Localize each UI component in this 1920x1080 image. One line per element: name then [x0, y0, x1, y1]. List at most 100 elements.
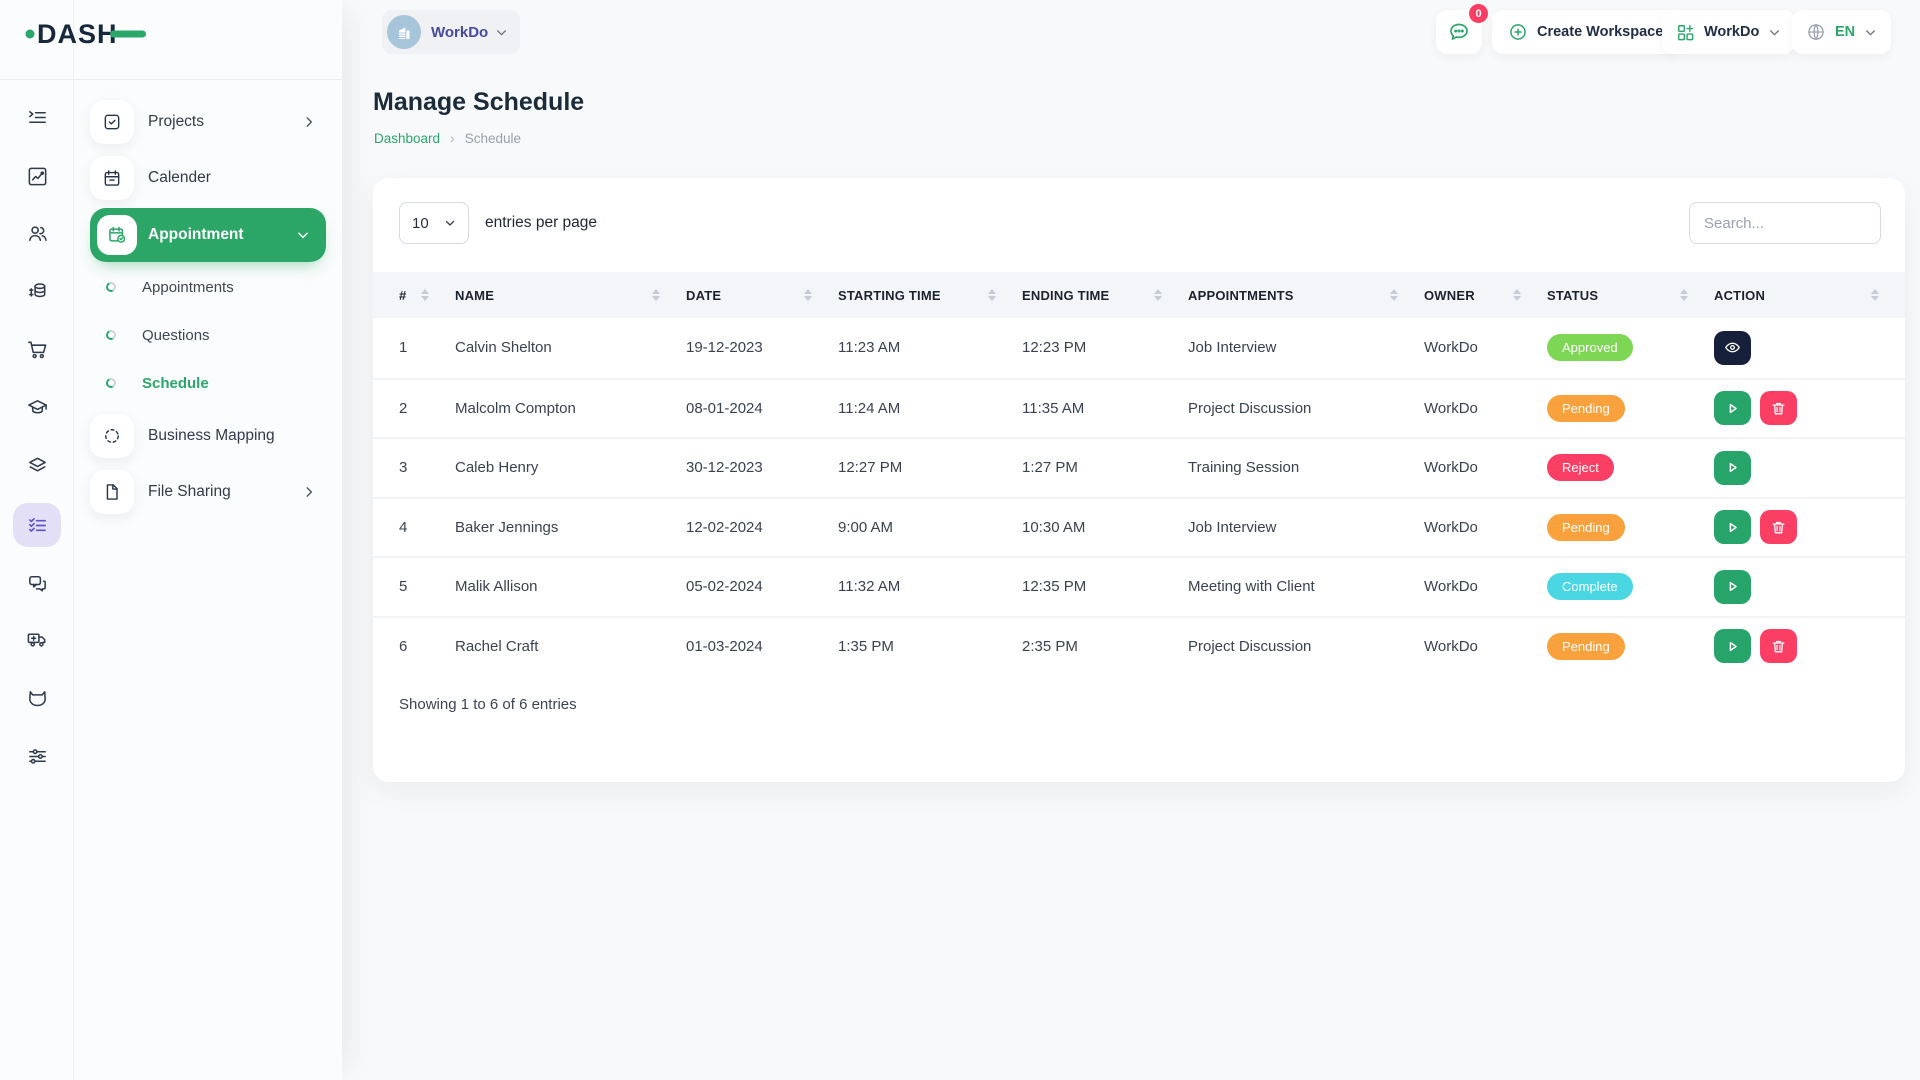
status-badge: Pending	[1547, 633, 1625, 660]
app-logo[interactable]: DASH	[24, 15, 148, 56]
cell-name: Malcolm Compton	[455, 400, 686, 417]
breadcrumb-current: Schedule	[465, 131, 521, 146]
chat-bubble-icon	[1447, 20, 1471, 44]
language-selector[interactable]: EN	[1792, 10, 1891, 54]
cell-action	[1714, 570, 1905, 604]
search-input[interactable]	[1689, 202, 1881, 244]
dashed-circle-icon	[90, 414, 134, 458]
bullet-icon	[105, 377, 118, 390]
column-header-hash[interactable]: #	[399, 288, 455, 303]
sidebar-subitem-schedule[interactable]: Schedule	[74, 363, 342, 403]
table-body: 1Calvin Shelton19-12-202311:23 AM12:23 P…	[373, 318, 1905, 675]
column-header-owner[interactable]: OWNER	[1424, 288, 1547, 303]
checklist-icon[interactable]	[13, 503, 61, 547]
table-row: 2Malcolm Compton08-01-202411:24 AM11:35 …	[373, 378, 1905, 438]
workspace-menu-button[interactable]: WorkDo	[1662, 10, 1795, 54]
cell-starting-time: 9:00 AM	[838, 519, 1022, 536]
delete-button[interactable]	[1760, 629, 1797, 663]
cell-action	[1714, 331, 1905, 365]
cell-owner: WorkDo	[1424, 638, 1547, 655]
sidebar-item-projects[interactable]: Projects	[74, 94, 342, 150]
cell-appointment: Training Session	[1188, 459, 1424, 476]
sidebar-item-file-sharing[interactable]: File Sharing	[74, 464, 342, 520]
analytics-icon[interactable]	[13, 154, 61, 198]
sort-icon	[804, 289, 812, 301]
play-button[interactable]	[1714, 451, 1751, 485]
play-icon	[1724, 638, 1741, 655]
sidebar-item-calender[interactable]: Calender	[74, 150, 342, 206]
vcard-icon[interactable]	[13, 676, 61, 720]
column-label: ENDING TIME	[1022, 288, 1109, 303]
bullet-icon	[105, 281, 118, 294]
cell-action	[1714, 451, 1905, 485]
cell-appointment: Meeting with Client	[1188, 578, 1424, 595]
column-header-appointments[interactable]: APPOINTMENTS	[1188, 288, 1424, 303]
column-header-status[interactable]: STATUS	[1547, 288, 1714, 303]
column-header-name[interactable]: NAME	[455, 288, 686, 303]
bullet-icon	[105, 329, 118, 342]
sidebar-item-label: File Sharing	[148, 483, 231, 501]
play-button[interactable]	[1714, 391, 1751, 425]
play-button[interactable]	[1714, 570, 1751, 604]
play-button[interactable]	[1714, 629, 1751, 663]
cell-name: Malik Allison	[455, 578, 686, 595]
delete-button[interactable]	[1760, 510, 1797, 544]
play-button[interactable]	[1714, 510, 1751, 544]
users-icon[interactable]	[13, 211, 61, 255]
sort-icon	[1154, 289, 1162, 301]
cell-ending-time: 12:23 PM	[1022, 339, 1188, 356]
messages-button[interactable]: 0	[1436, 10, 1482, 54]
sort-icon	[988, 289, 996, 301]
column-label: OWNER	[1424, 288, 1475, 303]
row-number: 5	[399, 578, 455, 595]
sidebar-subitem-questions[interactable]: Questions	[74, 315, 342, 355]
play-icon	[1724, 400, 1741, 417]
create-workspace-button[interactable]: Create Workspace	[1492, 10, 1679, 54]
cell-starting-time: 1:35 PM	[838, 638, 1022, 655]
workspace-switcher[interactable]: WorkDo	[382, 10, 520, 54]
column-header-date[interactable]: DATE	[686, 288, 838, 303]
pos-cart-icon[interactable]	[13, 327, 61, 371]
sidebar-subitem-label: Appointments	[142, 279, 234, 296]
appointment-calendar-icon	[97, 215, 137, 255]
sidebar-subitem-label: Schedule	[142, 375, 209, 392]
layers-icon[interactable]	[13, 443, 61, 487]
sidebar-item-label: Business Mapping	[148, 427, 275, 445]
cell-ending-time: 10:30 AM	[1022, 519, 1188, 536]
column-label: STARTING TIME	[838, 288, 941, 303]
cell-appointment: Job Interview	[1188, 339, 1424, 356]
column-label: APPOINTMENTS	[1188, 288, 1294, 303]
chevron-down-icon	[1768, 26, 1781, 39]
icon-rail	[0, 0, 74, 1080]
cell-date: 19-12-2023	[686, 339, 838, 356]
project-list-icon[interactable]	[13, 95, 61, 139]
entries-per-page-select[interactable]: 10	[399, 202, 469, 244]
row-number: 4	[399, 519, 455, 536]
column-header-starting-time[interactable]: STARTING TIME	[838, 288, 1022, 303]
settings-sliders-icon[interactable]	[13, 734, 61, 778]
breadcrumb-dashboard-link[interactable]: Dashboard	[374, 131, 440, 146]
delete-button[interactable]	[1760, 391, 1797, 425]
grid-plus-icon	[1676, 23, 1695, 42]
table-summary: Showing 1 to 6 of 6 entries	[399, 696, 577, 713]
delivery-icon[interactable]	[13, 617, 61, 661]
messages-icon[interactable]	[13, 561, 61, 605]
column-header-ending-time[interactable]: ENDING TIME	[1022, 288, 1188, 303]
finance-icon[interactable]	[13, 269, 61, 313]
globe-icon	[1806, 22, 1826, 42]
entries-per-page-value: 10	[412, 215, 429, 232]
view-button[interactable]	[1714, 331, 1751, 365]
row-number: 2	[399, 400, 455, 417]
sidebar-item-appointment[interactable]: Appointment	[90, 208, 326, 262]
sidebar-subitem-appointments[interactable]: Appointments	[74, 267, 342, 307]
sidebar-item-business-mapping[interactable]: Business Mapping	[74, 408, 342, 464]
chevron-down-icon	[1864, 26, 1877, 39]
training-icon[interactable]	[13, 385, 61, 429]
calendar-icon	[90, 156, 134, 200]
breadcrumb-separator-icon: ›	[450, 130, 455, 146]
cell-starting-time: 11:24 AM	[838, 400, 1022, 417]
sort-icon	[1871, 289, 1879, 301]
column-header-action[interactable]: ACTION	[1714, 288, 1905, 303]
chevron-right-icon	[302, 485, 316, 499]
sidebar-divider	[0, 79, 342, 80]
